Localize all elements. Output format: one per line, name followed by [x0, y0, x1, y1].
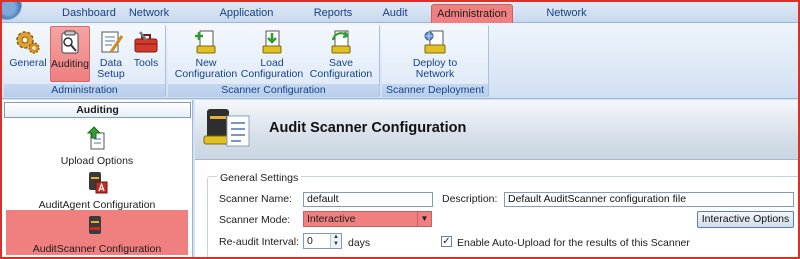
data-setup-icon — [101, 31, 124, 53]
tab-audit-trail[interactable]: Audit Trail — [371, 4, 419, 37]
reaudit-interval-value: 0 — [307, 235, 313, 247]
tab-network-view[interactable]: Network View — [119, 4, 179, 37]
auditing-nav-panel: Auditing Upload Options AuditAgent Confi… — [2, 100, 193, 257]
scanner-mode-label: Scanner Mode: — [219, 214, 291, 226]
ribbon-group-administration: General Auditing Data Setup Tools Admini… — [4, 25, 166, 97]
scanner-name-input[interactable]: default — [303, 192, 433, 207]
deploy-icon — [424, 30, 446, 54]
app-window: Dashboard Network View Application Licen… — [0, 0, 800, 259]
description-input[interactable]: Default AuditScanner configuration file — [504, 192, 794, 207]
deploy-to-network-button[interactable]: Deploy to Network — [404, 26, 466, 82]
reaudit-interval-stepper[interactable]: 0 ▲ ▼ — [303, 233, 342, 249]
audit-scanner-icon — [89, 216, 101, 234]
auditing-icon — [61, 30, 79, 54]
tools-label: Tools — [133, 57, 159, 69]
new-configuration-button[interactable]: New Configuration — [174, 26, 238, 82]
gears-icon — [16, 31, 40, 54]
description-label: Description: — [442, 193, 498, 205]
stepper-down-icon[interactable]: ▼ — [331, 241, 341, 248]
scanner-mode-select[interactable]: Interactive ▼ — [303, 211, 432, 227]
auditing-label: Auditing — [51, 58, 89, 70]
audit-scanner-config-icon — [203, 109, 250, 147]
upload-icon — [86, 126, 105, 150]
nav-item-upload-options[interactable]: Upload Options — [6, 122, 188, 167]
general-button[interactable]: General — [9, 26, 47, 82]
auto-upload-label: Enable Auto-Upload for the results of th… — [457, 237, 690, 249]
tab-administration[interactable]: Administration — [431, 4, 513, 23]
stepper-buttons[interactable]: ▲ ▼ — [330, 234, 341, 248]
data-setup-label: Data Setup — [97, 57, 125, 80]
data-setup-button[interactable]: Data Setup — [96, 26, 126, 82]
chevron-down-icon[interactable]: ▼ — [417, 212, 431, 226]
page-title: Audit Scanner Configuration — [269, 120, 467, 136]
auditing-panel-header: Auditing — [4, 102, 191, 118]
auditing-button[interactable]: Auditing — [50, 26, 90, 82]
toolbox-icon — [134, 31, 158, 53]
scanner-configuration-group-label: Scanner Configuration — [168, 84, 379, 97]
new-config-icon — [195, 30, 216, 54]
scanner-deployment-group-label: Scanner Deployment — [382, 84, 488, 97]
ribbon-group-scanner-deployment: Deploy to Network Scanner Deployment — [382, 25, 489, 97]
reaudit-interval-label: Re-audit Interval: — [219, 236, 299, 248]
nav-item-auditagent-configuration[interactable]: AuditAgent Configuration — [6, 166, 188, 211]
main-content: Audit Scanner Configuration General Sett… — [195, 100, 798, 257]
interactive-options-button[interactable]: Interactive Options — [697, 211, 794, 228]
app-menu-orb[interactable] — [2, 2, 22, 20]
scanner-mode-value: Interactive — [307, 213, 356, 225]
tab-reports[interactable]: Reports — [313, 4, 353, 23]
deploy-to-network-label: Deploy to Network — [412, 57, 458, 80]
content-header: Audit Scanner Configuration — [195, 100, 798, 160]
stepper-up-icon[interactable]: ▲ — [331, 234, 341, 241]
save-config-icon — [331, 30, 351, 54]
load-config-icon — [262, 30, 282, 54]
ribbon-group-scanner-configuration: New Configuration Load Configuration Sav… — [168, 25, 380, 97]
general-label: General — [9, 57, 47, 69]
administration-group-label: Administration — [4, 84, 165, 97]
nav-item-auditscanner-configuration[interactable]: AuditScanner Configuration — [6, 210, 188, 255]
audit-agent-icon — [89, 172, 108, 194]
save-configuration-label: Save Configuration — [309, 57, 373, 80]
tab-dashboard[interactable]: Dashboard — [62, 4, 116, 23]
save-configuration-button[interactable]: Save Configuration — [308, 26, 374, 82]
load-configuration-label: Load Configuration — [240, 57, 304, 80]
tab-strip: Dashboard Network View Application Licen… — [2, 2, 798, 37]
tab-application-licensing[interactable]: Application Licensing — [199, 4, 294, 37]
ribbon: General Auditing Data Setup Tools Admini… — [2, 23, 798, 99]
general-settings-legend: General Settings — [217, 172, 302, 184]
tools-button[interactable]: Tools — [131, 26, 161, 82]
reaudit-unit-label: days — [348, 237, 371, 249]
scanner-name-label: Scanner Name: — [219, 193, 292, 205]
new-configuration-label: New Configuration — [174, 57, 238, 80]
auditscanner-configuration-label: AuditScanner Configuration — [32, 243, 162, 255]
tab-network-discovery[interactable]: Network Discovery — [527, 4, 606, 37]
auto-upload-checkbox[interactable]: ✓ — [441, 236, 452, 247]
load-configuration-button[interactable]: Load Configuration — [240, 26, 304, 82]
